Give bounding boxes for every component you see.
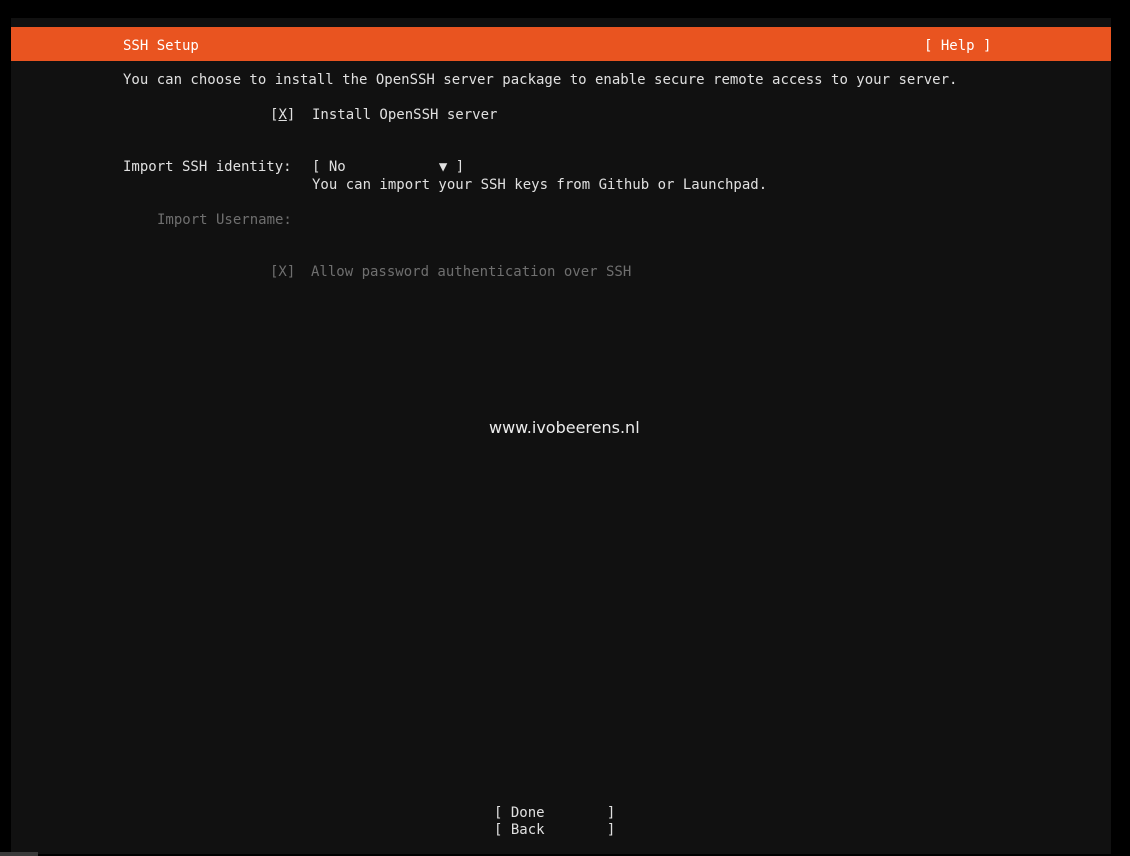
select-open-bracket: [	[312, 159, 329, 175]
select-value: No	[328, 159, 346, 175]
page-title: SSH Setup	[123, 38, 199, 54]
install-openssh-checkbox[interactable]: [X]	[270, 106, 295, 124]
import-identity-select[interactable]: [ No ▼ ]	[312, 158, 464, 176]
import-username-label: Import Username:	[157, 212, 292, 228]
password-auth-checkbox[interactable]: [X]	[270, 263, 295, 281]
header-bar: SSH Setup [ Help ]	[11, 27, 1111, 61]
done-close-bracket: ]	[606, 805, 616, 821]
back-button[interactable]: [ Back]	[494, 821, 615, 839]
dropdown-arrow-icon: ▼ ]	[438, 159, 465, 175]
checkbox-close-bracket: ]	[286, 107, 296, 123]
back-label: Back	[510, 822, 545, 838]
help-button[interactable]: [ Help ]	[924, 37, 991, 55]
done-button[interactable]: [ Done]	[494, 804, 615, 822]
installer-screen: SSH Setup [ Help ] You can choose to ins…	[11, 18, 1111, 854]
bottom-edge-indicator	[0, 852, 38, 856]
intro-text: You can choose to install the OpenSSH se…	[123, 72, 958, 88]
import-identity-hint: You can import your SSH keys from Github…	[312, 177, 768, 193]
watermark: www.ivobeerens.nl	[489, 418, 640, 437]
import-identity-label: Import SSH identity:	[123, 159, 292, 175]
done-label: Done	[510, 805, 545, 821]
back-close-bracket: ]	[606, 822, 616, 838]
password-auth-label: Allow password authentication over SSH	[311, 264, 632, 280]
back-open-bracket: [	[494, 822, 511, 838]
done-open-bracket: [	[494, 805, 511, 821]
checkbox-mark: X	[278, 107, 287, 123]
install-openssh-label: Install OpenSSH server	[312, 107, 498, 123]
